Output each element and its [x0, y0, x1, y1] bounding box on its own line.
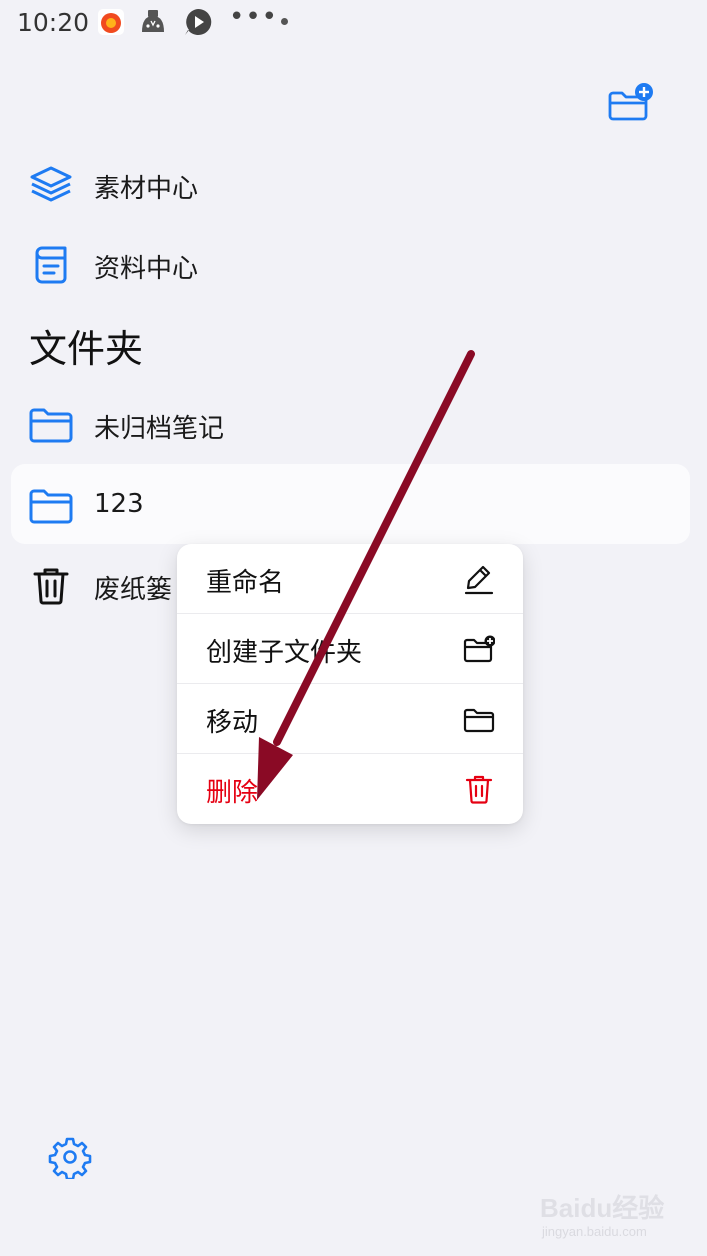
layers-icon: [30, 166, 72, 202]
pencil-icon: [464, 565, 494, 595]
news-app-icon: [98, 9, 124, 35]
menu-item-label: 删除: [206, 778, 259, 808]
folder-icon: [29, 489, 73, 524]
document-icon: [35, 246, 67, 284]
menu-item-rename[interactable]: 重命名: [177, 544, 523, 614]
menu-item-create-subfolder[interactable]: 创建子文件夹: [177, 614, 523, 684]
menu-item-move[interactable]: 移动: [177, 684, 523, 754]
status-time: 10:20: [17, 8, 90, 37]
status-bar: 10:20 •••: [0, 0, 707, 48]
folder-item-123[interactable]: 123: [0, 469, 707, 539]
folder-plus-icon: [463, 635, 495, 663]
notification-dot-icon: [281, 18, 288, 25]
trash-icon: [33, 568, 69, 605]
menu-item-label: 创建子文件夹: [206, 638, 363, 668]
folder-item-label: 123: [94, 489, 144, 519]
menu-item-delete[interactable]: 删除: [177, 754, 523, 824]
folder-plus-icon: [608, 83, 653, 121]
nav-item-documents[interactable]: 资料中心: [0, 228, 707, 298]
watermark-sub: jingyan.baidu.com: [542, 1224, 647, 1239]
context-menu: 重命名 创建子文件夹 移动 删除: [177, 544, 523, 824]
nav-item-materials[interactable]: 素材中心: [0, 148, 707, 218]
folder-icon: [463, 708, 495, 733]
menu-item-label: 移动: [206, 708, 259, 738]
nav-item-label: 素材中心: [94, 174, 199, 204]
more-icon: •••: [229, 2, 279, 32]
section-title-folders: 文件夹: [29, 327, 144, 371]
trash-icon: [465, 775, 493, 804]
folder-item-label: 未归档笔记: [94, 414, 225, 444]
play-app-icon: [185, 8, 212, 35]
watermark-text: Baidu经验: [540, 1193, 665, 1223]
game-controller-icon: [142, 10, 164, 32]
baidu-watermark: Baidu经验 jingyan.baidu.com: [540, 1180, 700, 1250]
new-folder-button[interactable]: [604, 82, 656, 126]
folder-item-unfiled-notes[interactable]: 未归档笔记: [0, 388, 707, 458]
settings-button[interactable]: [48, 1135, 92, 1179]
nav-item-label: 资料中心: [94, 254, 199, 284]
folder-item-label: 废纸篓: [94, 575, 173, 605]
gear-icon: [48, 1137, 92, 1179]
folder-icon: [29, 408, 73, 443]
menu-item-label: 重命名: [206, 568, 285, 598]
